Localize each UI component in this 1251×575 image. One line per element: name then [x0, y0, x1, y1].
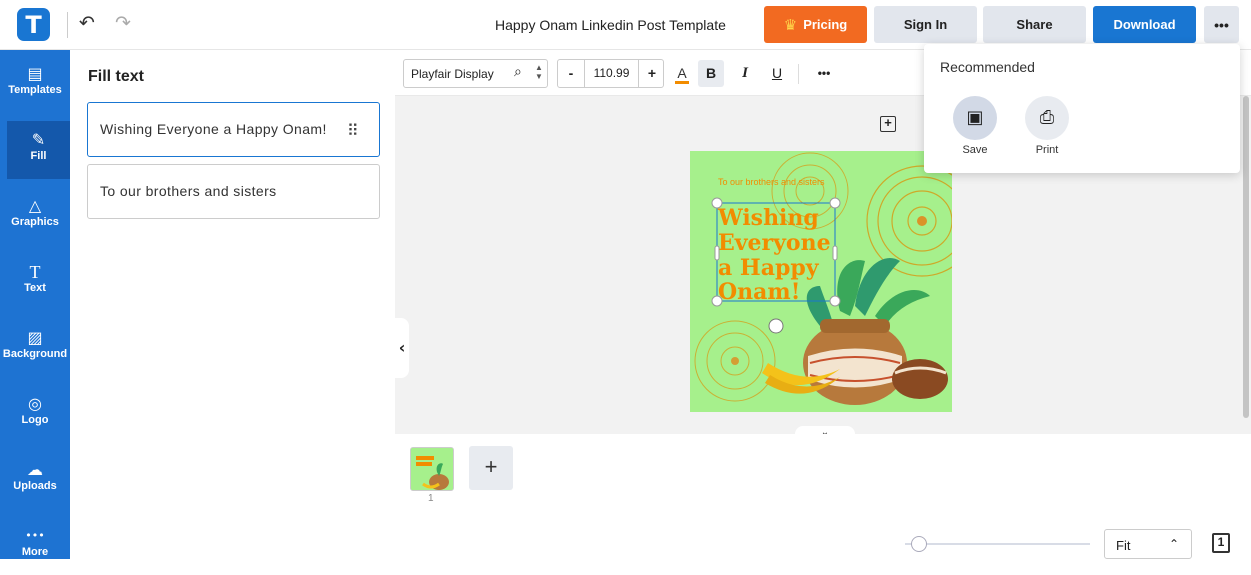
- more-icon: •••: [25, 529, 45, 542]
- decrease-size-button[interactable]: -: [558, 60, 584, 87]
- shapes-icon: △: [28, 196, 42, 215]
- more-options-dropdown: Recommended ▣ Save ⎙ Print: [924, 44, 1240, 173]
- save-button[interactable]: ▣: [953, 96, 997, 140]
- document-title[interactable]: Happy Onam Linkedin Post Template: [495, 17, 726, 33]
- text-icon: T: [29, 262, 41, 282]
- sidebar-item-text[interactable]: T Text: [0, 253, 70, 311]
- crown-icon: ♛: [783, 15, 798, 34]
- page-count-icon[interactable]: 1: [1212, 533, 1230, 553]
- search-icon: ⌕: [514, 64, 522, 80]
- add-element-icon[interactable]: +: [880, 116, 896, 132]
- sign-in-button[interactable]: Sign In: [874, 6, 977, 43]
- font-size-stepper: - 110.99 +: [557, 59, 664, 88]
- print-button[interactable]: ⎙: [1025, 96, 1069, 140]
- sidebar-item-background[interactable]: ▨ Background: [0, 319, 70, 377]
- design-canvas[interactable]: To our brothers and sisters Wishing Ever…: [690, 151, 952, 412]
- sidebar-item-label: Uploads: [13, 480, 57, 492]
- text-field-subtitle[interactable]: To our brothers and sisters: [87, 164, 380, 219]
- rotate-handle-icon[interactable]: [768, 318, 784, 334]
- divider: [67, 12, 68, 38]
- bold-button[interactable]: B: [698, 60, 724, 87]
- text-field-headline[interactable]: Wishing Everyone a Happy Onam! ⠿: [87, 102, 380, 157]
- increase-size-button[interactable]: +: [639, 60, 665, 87]
- toolbar-divider: [798, 64, 799, 84]
- more-options-button[interactable]: •••: [1204, 6, 1239, 43]
- save-label: Save: [962, 144, 988, 156]
- text-color-button[interactable]: A: [669, 60, 695, 87]
- redo-icon[interactable]: ↷: [112, 12, 134, 36]
- sidebar-item-label: Text: [24, 282, 46, 294]
- download-button[interactable]: Download: [1093, 6, 1196, 43]
- design-subtitle[interactable]: To our brothers and sisters: [718, 177, 825, 187]
- sidebar-item-graphics[interactable]: △ Graphics: [0, 187, 70, 245]
- zoom-slider-knob[interactable]: [911, 536, 927, 552]
- sidebar-item-label: Background: [2, 348, 68, 360]
- sidebar-item-label: Templates: [8, 84, 62, 96]
- print-label: Print: [1035, 144, 1059, 156]
- font-family-select[interactable]: Playfair Display ⌕ ▲ ▼: [403, 59, 548, 88]
- text-field-value: To our brothers and sisters: [100, 183, 277, 199]
- chevron-up-icon: ⌃: [1168, 537, 1179, 551]
- more-text-options-button[interactable]: •••: [811, 60, 837, 87]
- page-thumbnail-preview: [411, 448, 453, 490]
- sidebar-item-templates[interactable]: ▤ Templates: [0, 55, 70, 113]
- background-icon: ▨: [27, 328, 43, 347]
- zoom-select[interactable]: Fit ⌃: [1104, 529, 1192, 559]
- headline-line: a Happy: [718, 255, 820, 281]
- add-page-button[interactable]: +: [469, 446, 513, 490]
- headline-line: Wishing: [717, 205, 819, 231]
- top-bar: T ↶ ↷ Happy Onam Linkedin Post Template …: [0, 0, 1251, 50]
- dropdown-title: Recommended: [940, 59, 1035, 75]
- zoom-slider[interactable]: [905, 543, 1090, 545]
- text-field-value: Wishing Everyone a Happy Onam!: [100, 121, 327, 137]
- sidebar-item-uploads[interactable]: ☁ Uploads: [0, 451, 70, 509]
- pencil-icon: ✎: [31, 130, 46, 149]
- font-size-input[interactable]: 110.99: [584, 60, 639, 87]
- text-color-label: A: [675, 65, 689, 84]
- print-icon: ⎙: [1039, 107, 1055, 128]
- pricing-label: Pricing: [803, 17, 848, 32]
- sidebar-item-more[interactable]: ••• More: [0, 517, 70, 575]
- underline-button[interactable]: U: [764, 60, 790, 87]
- sidebar-item-logo[interactable]: ◎ Logo: [0, 385, 70, 443]
- cloud-upload-icon: ☁: [27, 460, 43, 479]
- page-thumbnail[interactable]: [410, 447, 454, 491]
- fill-text-panel: Fill text Wishing Everyone a Happy Onam!…: [70, 50, 395, 559]
- sidebar-item-label: Graphics: [11, 216, 59, 228]
- vertical-scrollbar[interactable]: [1243, 96, 1249, 418]
- font-spinner-icon[interactable]: ▲ ▼: [535, 63, 543, 81]
- undo-icon[interactable]: ↶: [76, 12, 98, 36]
- collapse-panel-button[interactable]: ‹: [395, 318, 409, 378]
- save-icon: ▣: [966, 107, 984, 128]
- mandala-bottom-left: [694, 320, 776, 402]
- zoom-value: Fit: [1116, 538, 1131, 553]
- pricing-button[interactable]: ♛ Pricing: [764, 6, 867, 43]
- panel-title: Fill text: [88, 68, 145, 85]
- drag-handle-icon[interactable]: ⠿: [347, 121, 359, 140]
- app-logo[interactable]: T: [17, 8, 50, 41]
- sidebar-item-label: More: [21, 546, 49, 558]
- italic-button[interactable]: I: [732, 60, 758, 87]
- templates-icon: ▤: [27, 64, 43, 83]
- share-button[interactable]: Share: [983, 6, 1086, 43]
- font-family-value: Playfair Display: [411, 67, 494, 81]
- headline-line: Everyone: [718, 230, 831, 256]
- sidebar: ▤ Templates ✎ Fill △ Graphics T Text ▨ B…: [0, 50, 70, 559]
- page-number: 1: [428, 493, 434, 504]
- logo-icon: ◎: [28, 394, 42, 413]
- sidebar-item-label: Fill: [30, 150, 47, 162]
- sidebar-item-fill[interactable]: ✎ Fill: [7, 121, 70, 179]
- sidebar-item-label: Logo: [21, 414, 49, 426]
